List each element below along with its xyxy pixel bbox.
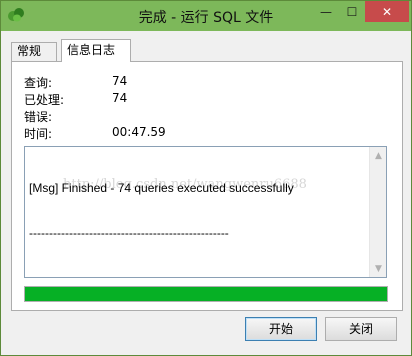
stat-time: 时间: 00:47.59 bbox=[24, 125, 224, 141]
window-title: 完成 - 运行 SQL 文件 bbox=[138, 10, 274, 26]
stat-errors: 错误: bbox=[24, 108, 224, 124]
log-line-separator: ----------------------------------------… bbox=[29, 226, 229, 240]
log-content: [Msg] Finished - 74 queries executed suc… bbox=[29, 151, 369, 271]
stat-processed: 已处理: 74 bbox=[24, 91, 224, 107]
tab-general[interactable]: 常规 bbox=[11, 42, 57, 61]
minimize-button[interactable]: — bbox=[313, 1, 339, 22]
processed-label: 已处理: bbox=[24, 93, 65, 107]
message-log-panel: 查询: 74 已处理: 74 错误: 时间: 00:47.59 http://b… bbox=[11, 61, 403, 311]
queries-value: 74 bbox=[112, 74, 128, 88]
stat-queries: 查询: 74 bbox=[24, 74, 224, 90]
scroll-up-icon[interactable]: ▲ bbox=[370, 147, 387, 164]
progress-bar bbox=[24, 286, 388, 302]
processed-value: 74 bbox=[112, 91, 128, 105]
log-textarea[interactable]: http://blog.csdn.net/wangwenru6688 [Msg]… bbox=[24, 146, 387, 278]
title-bar[interactable]: 完成 - 运行 SQL 文件 — ☐ ✕ bbox=[1, 1, 411, 31]
run-sql-dialog: 完成 - 运行 SQL 文件 — ☐ ✕ 常规 信息日志 查询: 74 已处理:… bbox=[0, 0, 412, 356]
queries-label: 查询: bbox=[24, 76, 53, 90]
time-value: 00:47.59 bbox=[112, 125, 166, 139]
progress-fill bbox=[25, 287, 387, 301]
time-label: 时间: bbox=[24, 127, 53, 141]
tab-message-log[interactable]: 信息日志 bbox=[61, 39, 131, 62]
navicat-app-icon bbox=[8, 8, 24, 22]
scroll-down-icon[interactable]: ▼ bbox=[370, 260, 387, 277]
maximize-button[interactable]: ☐ bbox=[339, 1, 365, 22]
close-button[interactable]: 关闭 bbox=[325, 317, 397, 341]
errors-label: 错误: bbox=[24, 110, 53, 124]
start-button[interactable]: 开始 bbox=[245, 317, 317, 341]
log-line-finished: [Msg] Finished - 74 queries executed suc… bbox=[29, 181, 294, 195]
log-scrollbar[interactable]: ▲ ▼ bbox=[369, 147, 386, 277]
window-close-button[interactable]: ✕ bbox=[365, 1, 409, 22]
